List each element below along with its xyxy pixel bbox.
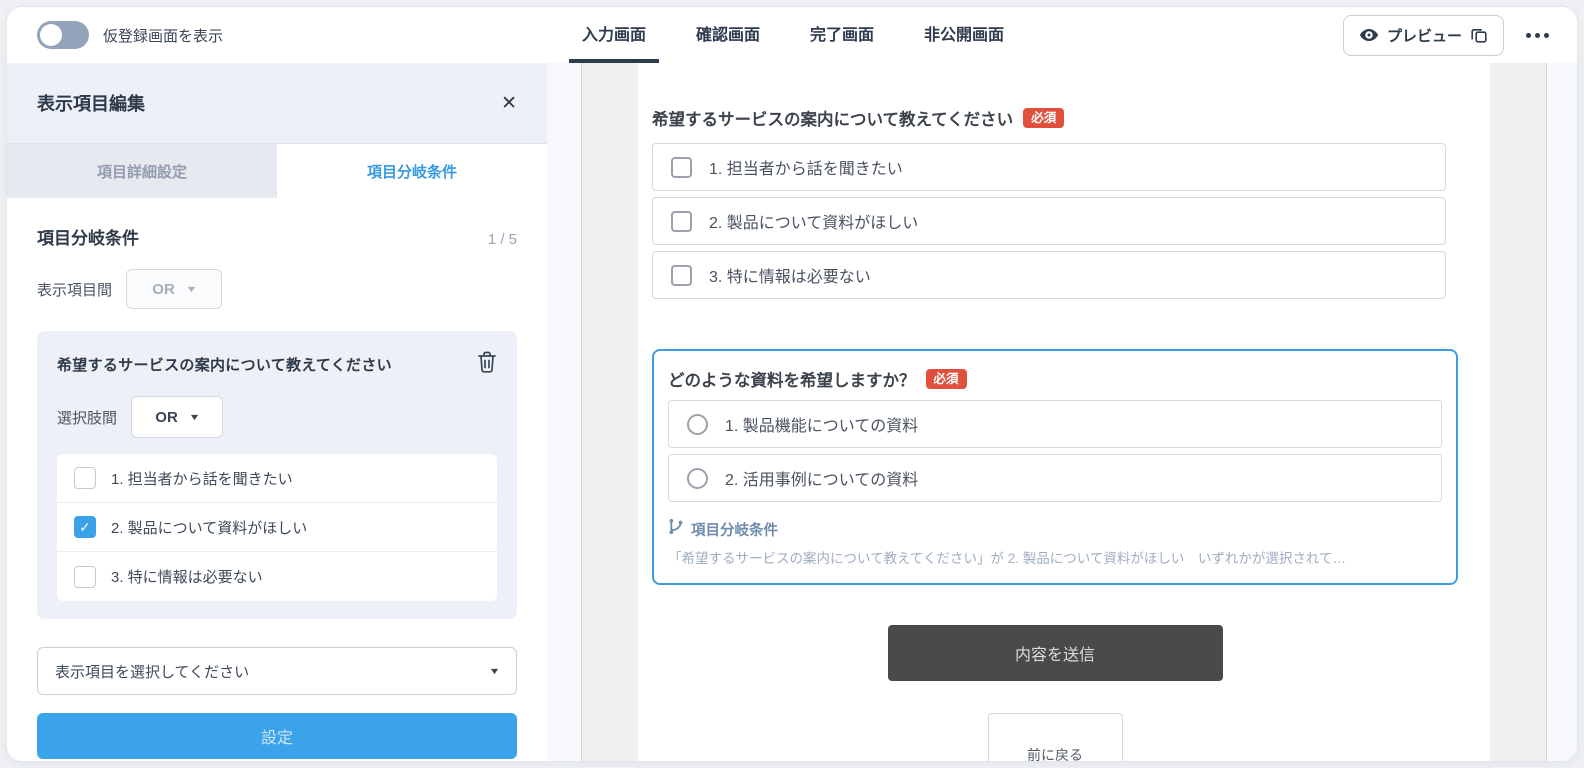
q1-option-2[interactable]: 2. 製品について資料がほしい bbox=[652, 197, 1446, 245]
condition-choice-list: 1. 担当者から話を聞きたい ✓ 2. 製品について資料がほしい 3. 特に情報… bbox=[57, 454, 497, 601]
back-button[interactable]: 前に戻る bbox=[987, 713, 1123, 761]
q1-option-3[interactable]: 3. 特に情報は必要ない bbox=[652, 251, 1446, 299]
more-menu-button[interactable] bbox=[1526, 32, 1549, 38]
condition-card-header: 希望するサービスの案内について教えてください bbox=[57, 351, 497, 378]
between-choices-label: 選択肢間 bbox=[57, 409, 118, 427]
branch-icon bbox=[668, 518, 683, 540]
question-1-header: 希望するサービスの案内について教えてください 必須 bbox=[652, 106, 1458, 130]
preview-button[interactable]: プレビュー bbox=[1342, 14, 1504, 56]
between-items-row: 表示項目間 OR ▼ bbox=[37, 269, 517, 309]
temp-registration-toggle[interactable] bbox=[37, 21, 89, 49]
between-choices-row: 選択肢間 OR ▼ bbox=[57, 396, 497, 438]
branch-condition-label: 項目分岐条件 bbox=[691, 522, 778, 539]
edit-panel-header: 表示項目編集 ✕ bbox=[7, 63, 547, 144]
app-window: 仮登録画面を表示 入力画面 確認画面 完了画面 非公開画面 プレビュー 表示項目… bbox=[6, 6, 1578, 762]
between-items-operator-select[interactable]: OR ▼ bbox=[126, 269, 223, 309]
edit-panel-body: 項目分岐条件 1 / 5 表示項目間 OR ▼ 希望するサービスの案内について教… bbox=[7, 198, 547, 761]
preview-canvas: 希望するサービスの案内について教えてください 必須 1. 担当者から話を聞きたい… bbox=[581, 63, 1547, 761]
q2-option-2[interactable]: 2. 活用事例についての資料 bbox=[668, 454, 1442, 502]
question-2-title: どのような資料を希望しますか？ bbox=[668, 372, 916, 390]
branch-pager: 1 / 5 bbox=[487, 231, 517, 248]
submit-button[interactable]: 内容を送信 bbox=[887, 625, 1223, 681]
tab-complete-screen[interactable]: 完了画面 bbox=[797, 7, 887, 63]
choice-item-3[interactable]: 3. 特に情報は必要ない bbox=[57, 552, 497, 601]
tab-private-screen[interactable]: 非公開画面 bbox=[911, 7, 1017, 63]
display-item-select-placeholder: 表示項目を選択してください bbox=[55, 663, 250, 681]
duplicate-window-icon bbox=[1471, 27, 1487, 43]
set-button[interactable]: 設定 bbox=[37, 713, 517, 759]
radio-unselected[interactable] bbox=[687, 413, 708, 435]
form-page: 希望するサービスの案内について教えてください 必須 1. 担当者から話を聞きたい… bbox=[638, 63, 1490, 761]
branch-condition-summary: 項目分岐条件 bbox=[668, 518, 1442, 540]
checkbox-checked[interactable]: ✓ bbox=[74, 516, 96, 538]
checkbox-unchecked[interactable] bbox=[74, 565, 96, 588]
branch-condition-text: 「希望するサービスの案内について教えてください」が 2. 製品について資料がほし… bbox=[668, 551, 1346, 566]
required-badge: 必須 bbox=[1023, 107, 1065, 129]
checkbox-unchecked[interactable] bbox=[671, 210, 692, 232]
radio-unselected[interactable] bbox=[687, 467, 708, 489]
branch-condition-card: 希望するサービスの案内について教えてください 選択肢間 OR ▼ 1. 担当者か… bbox=[37, 331, 517, 619]
display-item-select[interactable]: 表示項目を選択してください ▼ bbox=[37, 647, 517, 695]
sidebar-gutter bbox=[547, 63, 581, 761]
question-2-header: どのような資料を希望しますか？ 必須 bbox=[668, 367, 1442, 391]
edit-panel: 表示項目編集 ✕ 項目詳細設定 項目分岐条件 項目分岐条件 1 / 5 表示項目… bbox=[7, 63, 547, 761]
between-items-label: 表示項目間 bbox=[37, 281, 113, 299]
tab-input-screen[interactable]: 入力画面 bbox=[568, 7, 659, 63]
close-icon[interactable]: ✕ bbox=[501, 94, 517, 113]
edit-panel-tabs: 項目詳細設定 項目分岐条件 bbox=[7, 144, 547, 198]
checkbox-unchecked[interactable] bbox=[74, 467, 96, 489]
edit-panel-title: 表示項目編集 bbox=[37, 94, 145, 114]
checkbox-unchecked[interactable] bbox=[671, 264, 692, 286]
trash-icon[interactable] bbox=[477, 351, 497, 378]
question-2-selected-panel[interactable]: どのような資料を希望しますか？ 必須 1. 製品機能についての資料 2. 活用事… bbox=[652, 349, 1458, 585]
top-bar: 仮登録画面を表示 入力画面 確認画面 完了画面 非公開画面 プレビュー bbox=[7, 7, 1577, 63]
toggle-label: 仮登録画面を表示 bbox=[103, 27, 224, 45]
content-row: 表示項目編集 ✕ 項目詳細設定 項目分岐条件 項目分岐条件 1 / 5 表示項目… bbox=[7, 63, 1577, 761]
chevron-down-icon: ▼ bbox=[188, 411, 201, 422]
condition-question-title: 希望するサービスの案内について教えてください bbox=[57, 357, 392, 374]
tab-confirm-screen[interactable]: 確認画面 bbox=[683, 7, 773, 63]
choice-item-2[interactable]: ✓ 2. 製品について資料がほしい bbox=[57, 503, 497, 552]
chevron-down-icon: ▼ bbox=[185, 283, 198, 294]
canvas-right-gutter bbox=[1547, 63, 1577, 761]
tab-item-detail-settings[interactable]: 項目詳細設定 bbox=[7, 144, 277, 198]
branch-section-header: 項目分岐条件 1 / 5 bbox=[37, 224, 517, 249]
q1-option-1[interactable]: 1. 担当者から話を聞きたい bbox=[652, 143, 1446, 191]
preview-button-label: プレビュー bbox=[1386, 27, 1462, 45]
question-1: 希望するサービスの案内について教えてください 必須 1. 担当者から話を聞きたい… bbox=[652, 106, 1458, 299]
checkbox-unchecked[interactable] bbox=[671, 156, 692, 178]
tab-item-branch-conditions[interactable]: 項目分岐条件 bbox=[277, 144, 547, 198]
screen-tabs: 入力画面 確認画面 完了画面 非公開画面 bbox=[557, 7, 1029, 63]
topbar-left: 仮登録画面を表示 bbox=[7, 7, 557, 63]
question-1-title: 希望するサービスの案内について教えてください bbox=[652, 111, 1014, 129]
choice-item-1[interactable]: 1. 担当者から話を聞きたい bbox=[57, 454, 497, 503]
branch-section-title: 項目分岐条件 bbox=[37, 229, 139, 248]
eye-icon bbox=[1360, 28, 1378, 42]
required-badge: 必須 bbox=[925, 368, 967, 390]
q2-option-1[interactable]: 1. 製品機能についての資料 bbox=[668, 400, 1442, 448]
topbar-right: プレビュー bbox=[1029, 7, 1577, 63]
between-choices-operator-select[interactable]: OR ▼ bbox=[131, 396, 224, 438]
chevron-down-icon: ▼ bbox=[488, 665, 501, 676]
toggle-knob bbox=[40, 24, 62, 46]
